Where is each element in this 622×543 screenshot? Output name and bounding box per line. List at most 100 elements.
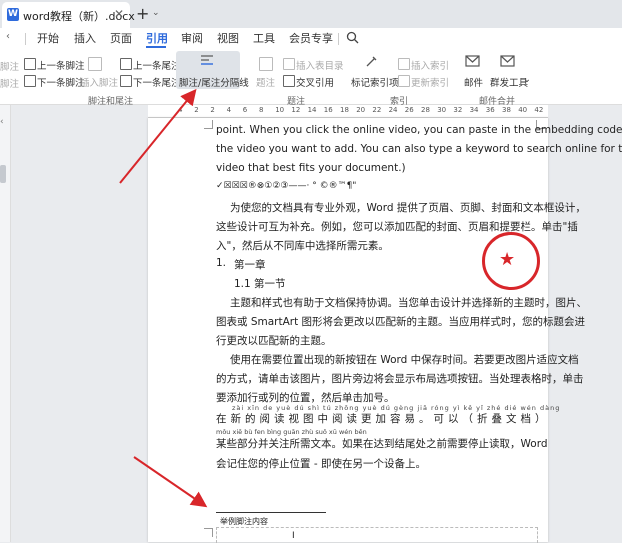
ruler-number: 28 [421, 106, 430, 114]
ruler-number: 16 [323, 106, 333, 114]
next-endnote-button[interactable]: 下一条尾注 [133, 75, 181, 89]
paragraph-line: 为使您的文档具有专业外观，Word 提供了页眉、页脚、封面和文本框设计， [230, 202, 586, 214]
ruler-number: 34 [469, 106, 479, 114]
menu-divider [25, 33, 26, 45]
footnote-separator-line [216, 512, 326, 513]
word-doc-icon: W [7, 8, 19, 21]
ruler-number: 4 [226, 106, 232, 114]
separator-line-icon [201, 55, 213, 65]
paragraph-line: 会记住您的停止位置 - 即使在另一个设备上。 [216, 458, 426, 470]
heading1-number: 1. [216, 257, 227, 269]
menu-divider [338, 33, 339, 45]
footnote-area[interactable] [216, 527, 538, 543]
ruler-number: 30 [437, 106, 447, 114]
cross-reference-button[interactable]: 交叉引用 [296, 75, 334, 89]
ruler-number: 32 [453, 106, 463, 114]
heading1: 第一章 [234, 259, 266, 271]
menu-view[interactable]: 视图 [217, 30, 239, 46]
page-corner-mark [204, 528, 213, 537]
body-text-en-line: the video you want to add. You can also … [216, 143, 622, 155]
document-tab[interactable]: W word教程（新）.docx ✕ [2, 2, 135, 28]
ruler-number: 18 [340, 106, 349, 114]
symbols-line: ✓☒☒☒®⊗①②③——· ° ©®™¶" [216, 181, 357, 191]
paragraph-line: 行更改以匹配新的主题。 [216, 335, 332, 347]
menu-page[interactable]: 页面 [110, 30, 132, 46]
paragraph-line: 使用在需要位置出现的新按钮在 Word 中保存时间。若要更改图片适应文档 [230, 354, 579, 366]
page-corner-mark [204, 120, 213, 129]
paragraph-line: 主题和样式也有助于文档保持协调。当您单击设计并选择新的主题时，图片、 [230, 297, 587, 309]
close-tab-icon[interactable]: ✕ [114, 7, 124, 21]
ruler-number: 40 [518, 106, 528, 114]
prev-endnote-icon [120, 58, 132, 70]
mail-icon [465, 55, 480, 67]
insert-table-figures-button[interactable]: 插入表目录 [296, 58, 344, 72]
ruler-number: 2 [194, 106, 199, 114]
menu-member[interactable]: 会员专享 [289, 30, 333, 46]
paragraph-line: 要添加行或列的位置，然后单击加号。 [216, 392, 395, 404]
update-index-icon [398, 75, 410, 87]
mark-index-button[interactable]: 标记索引项 [351, 75, 399, 89]
body-text-en-line: point. When you click the online video, … [216, 124, 622, 136]
menu-home[interactable]: 开始 [37, 30, 59, 46]
insert-footnote-icon [88, 57, 102, 71]
ruler-number: 8 [259, 106, 264, 114]
prev-endnote-button[interactable]: 上一条尾注 [133, 58, 181, 72]
menu-tools[interactable]: 工具 [253, 30, 275, 46]
menu-insert[interactable]: 插入 [74, 30, 96, 46]
menu-review[interactable]: 审阅 [181, 30, 203, 46]
new-tab-dropdown-icon[interactable]: ⌄ [152, 8, 160, 18]
ruler-number: 24 [388, 106, 398, 114]
search-icon[interactable] [346, 31, 359, 44]
next-footnote-icon [24, 75, 36, 87]
paragraph-line: 入"，然后从不同库中选择所需元素。 [216, 240, 389, 252]
paragraph-line: 这些设计可互为补充。例如，您可以添加匹配的封面、页眉和提要栏。单击"插 [216, 221, 578, 233]
ruler-number: 14 [307, 106, 317, 114]
ruby-text-line: 某些部分并关注所需文本。如果在达到结尾处之前需要停止读取，Word [216, 438, 548, 450]
ruler-number: 42 [534, 106, 544, 114]
ruby-text-line: 在新的阅读视图中阅读更加容易。可以（折叠文档） [216, 413, 550, 425]
heading2: 1.1 第一节 [234, 278, 286, 290]
insert-index-button[interactable]: 插入索引 [411, 58, 449, 72]
collapse-nav-icon[interactable]: ‹ [0, 117, 4, 127]
body-text-en-line: video that best fits your document.) [216, 162, 406, 174]
ruler-number: 10 [275, 106, 285, 114]
ruler-number: 26 [404, 106, 414, 114]
ruler-number: 12 [291, 106, 301, 114]
nav-pane-handle[interactable] [0, 165, 6, 183]
prev-footnote-icon [24, 58, 36, 70]
ruler-number: 6 [242, 106, 248, 114]
prev-footnote-button[interactable]: 上一条脚注 [37, 58, 85, 72]
next-endnote-icon [120, 75, 132, 87]
text-cursor: I [292, 531, 295, 541]
table-of-figures-icon [283, 58, 295, 70]
bulk-send-icon [500, 55, 515, 67]
caption-button[interactable]: 题注 [256, 75, 275, 89]
next-footnote-button[interactable]: 下一条脚注 [37, 75, 85, 89]
insert-index-icon [398, 58, 410, 70]
ruler-number: 2 [210, 106, 215, 114]
insert-footnote-button[interactable]: 插入脚注 [80, 75, 118, 89]
ruler-number: 4 [178, 106, 183, 114]
bulk-send-dropdown-icon[interactable]: ⌄ [523, 74, 531, 85]
insert-footnote-cut-label2[interactable]: 脚注 [0, 76, 19, 90]
ruler-number: 20 [356, 106, 366, 114]
menu-references[interactable]: 引用 [146, 30, 168, 46]
seal-star-icon: ★ [499, 249, 516, 270]
insert-footnote-cut-label[interactable]: 脚注 [0, 59, 19, 73]
paragraph-line: 的方式，请单击该图片，图片旁边将会显示布局选项按钮。当处理表格时，单击 [216, 373, 584, 385]
menu-collapse-icon[interactable]: ‹ [6, 31, 10, 42]
footnote-text[interactable]: 举例脚注内容 [220, 516, 268, 527]
mail-button[interactable]: 邮件 [464, 75, 483, 89]
group-label-footnotes: 脚注和尾注 [88, 97, 134, 107]
phonetic-guide: mǒu xiē bù fen bìng guān zhù suǒ xū wén … [216, 428, 367, 436]
mark-index-icon [366, 56, 377, 67]
update-index-button[interactable]: 更新索引 [411, 75, 449, 89]
footnote-separator-label: 脚注/尾注分隔线 [179, 78, 249, 89]
new-tab-button[interactable]: + [136, 4, 149, 23]
caption-icon [259, 57, 273, 71]
cross-reference-icon [283, 75, 295, 87]
ruler-number: 36 [485, 106, 495, 114]
ruler-number: 38 [502, 106, 511, 114]
ruler-number: 22 [372, 106, 382, 114]
paragraph-line: 图表或 SmartArt 图形将会更改以匹配新的主题。当应用样式时，您的标题会进 [216, 316, 586, 328]
